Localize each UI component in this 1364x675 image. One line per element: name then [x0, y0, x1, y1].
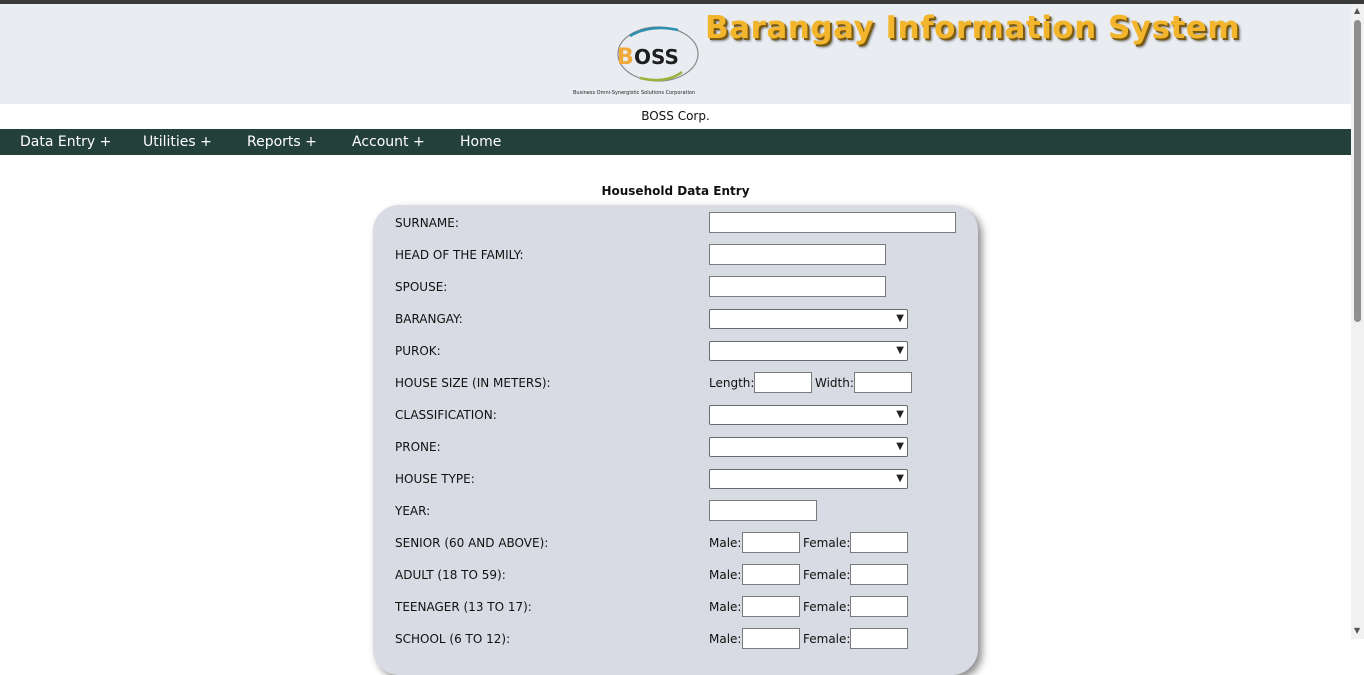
purok-select[interactable]: ▼	[709, 341, 908, 361]
chevron-down-icon: ▼	[896, 345, 904, 356]
classification-row: CLASSIFICATION: ▼	[373, 405, 978, 427]
scroll-up-icon[interactable]: ▲	[1354, 6, 1360, 15]
prone-label: PRONE:	[395, 440, 441, 454]
senior-label: SENIOR (60 AND ABOVE):	[395, 536, 549, 550]
purok-label: PUROK:	[395, 344, 441, 358]
spouse-label: SPOUSE:	[395, 280, 448, 294]
school-male-label: Male:	[709, 632, 742, 646]
scroll-down-icon[interactable]: ▼	[1354, 626, 1360, 635]
teenager-female-label: Female:	[803, 600, 851, 614]
width-label: Width:	[815, 376, 854, 390]
teenager-row: TEENAGER (13 TO 17): Male: Female:	[373, 596, 978, 618]
svg-text:OSS: OSS	[634, 45, 679, 69]
teenager-male-label: Male:	[709, 600, 742, 614]
year-input[interactable]	[709, 500, 817, 521]
household-form-panel: SURNAME: HEAD OF THE FAMILY: SPOUSE: BAR…	[373, 205, 978, 675]
year-label: YEAR:	[395, 504, 431, 518]
house-size-row: HOUSE SIZE (IN METERS): Length: Width:	[373, 372, 978, 394]
spouse-input[interactable]	[709, 276, 886, 297]
teenager-label: TEENAGER (13 TO 17):	[395, 600, 532, 614]
house-size-label: HOUSE SIZE (IN METERS):	[395, 376, 551, 390]
purok-row: PUROK: ▼	[373, 341, 978, 363]
barangay-label: BARANGAY:	[395, 312, 463, 326]
adult-label: ADULT (18 TO 59):	[395, 568, 506, 582]
nav-account[interactable]: Account +	[352, 129, 425, 155]
surname-row: SURNAME:	[373, 212, 978, 234]
adult-male-label: Male:	[709, 568, 742, 582]
barangay-row: BARANGAY: ▼	[373, 309, 978, 331]
adult-row: ADULT (18 TO 59): Male: Female:	[373, 564, 978, 586]
prone-row: PRONE: ▼	[373, 437, 978, 459]
nav-data-entry[interactable]: Data Entry +	[20, 129, 111, 155]
school-female-label: Female:	[803, 632, 851, 646]
scrollbar-thumb[interactable]	[1354, 20, 1361, 322]
chevron-down-icon: ▼	[896, 313, 904, 324]
house-type-label: HOUSE TYPE:	[395, 472, 475, 486]
barangay-select[interactable]: ▼	[709, 309, 908, 329]
spouse-row: SPOUSE:	[373, 276, 978, 298]
adult-male-input[interactable]	[742, 564, 800, 585]
teenager-female-input[interactable]	[850, 596, 908, 617]
chevron-down-icon: ▼	[896, 409, 904, 420]
form-title: Household Data Entry	[601, 184, 750, 198]
head-row: HEAD OF THE FAMILY:	[373, 244, 978, 266]
width-input[interactable]	[854, 372, 912, 393]
nav-home[interactable]: Home	[460, 129, 501, 155]
nav-utilities[interactable]: Utilities +	[143, 129, 212, 155]
senior-male-input[interactable]	[742, 532, 800, 553]
system-title: Barangay Information System	[705, 10, 1241, 46]
house-type-select[interactable]: ▼	[709, 469, 908, 489]
senior-male-label: Male:	[709, 536, 742, 550]
head-label: HEAD OF THE FAMILY:	[395, 248, 524, 262]
senior-female-label: Female:	[803, 536, 851, 550]
teenager-male-input[interactable]	[742, 596, 800, 617]
adult-female-label: Female:	[803, 568, 851, 582]
school-row: SCHOOL (6 TO 12): Male: Female:	[373, 628, 978, 650]
school-label: SCHOOL (6 TO 12):	[395, 632, 511, 646]
svg-text:Business Omni-Synergistic Solu: Business Omni-Synergistic Solutions Corp…	[573, 90, 695, 96]
surname-label: SURNAME:	[395, 216, 459, 230]
prone-select[interactable]: ▼	[709, 437, 908, 457]
length-label: Length:	[709, 376, 755, 390]
surname-input[interactable]	[709, 212, 956, 233]
classification-label: CLASSIFICATION:	[395, 408, 497, 422]
length-input[interactable]	[754, 372, 812, 393]
senior-female-input[interactable]	[850, 532, 908, 553]
senior-row: SENIOR (60 AND ABOVE): Male: Female:	[373, 532, 978, 554]
site-header: B OSS Business Omni-Synergistic Solution…	[0, 4, 1351, 104]
chevron-down-icon: ▼	[896, 473, 904, 484]
main-nav: Data Entry + Utilities + Reports + Accou…	[0, 129, 1351, 155]
nav-reports[interactable]: Reports +	[247, 129, 317, 155]
house-type-row: HOUSE TYPE: ▼	[373, 469, 978, 491]
page-scrollbar[interactable]: ▲ ▼	[1351, 4, 1364, 639]
head-of-family-input[interactable]	[709, 244, 886, 265]
classification-select[interactable]: ▼	[709, 405, 908, 425]
adult-female-input[interactable]	[850, 564, 908, 585]
corp-name: BOSS Corp.	[641, 109, 710, 123]
svg-text:B: B	[617, 45, 634, 70]
chevron-down-icon: ▼	[896, 441, 904, 452]
year-row: YEAR:	[373, 500, 978, 522]
